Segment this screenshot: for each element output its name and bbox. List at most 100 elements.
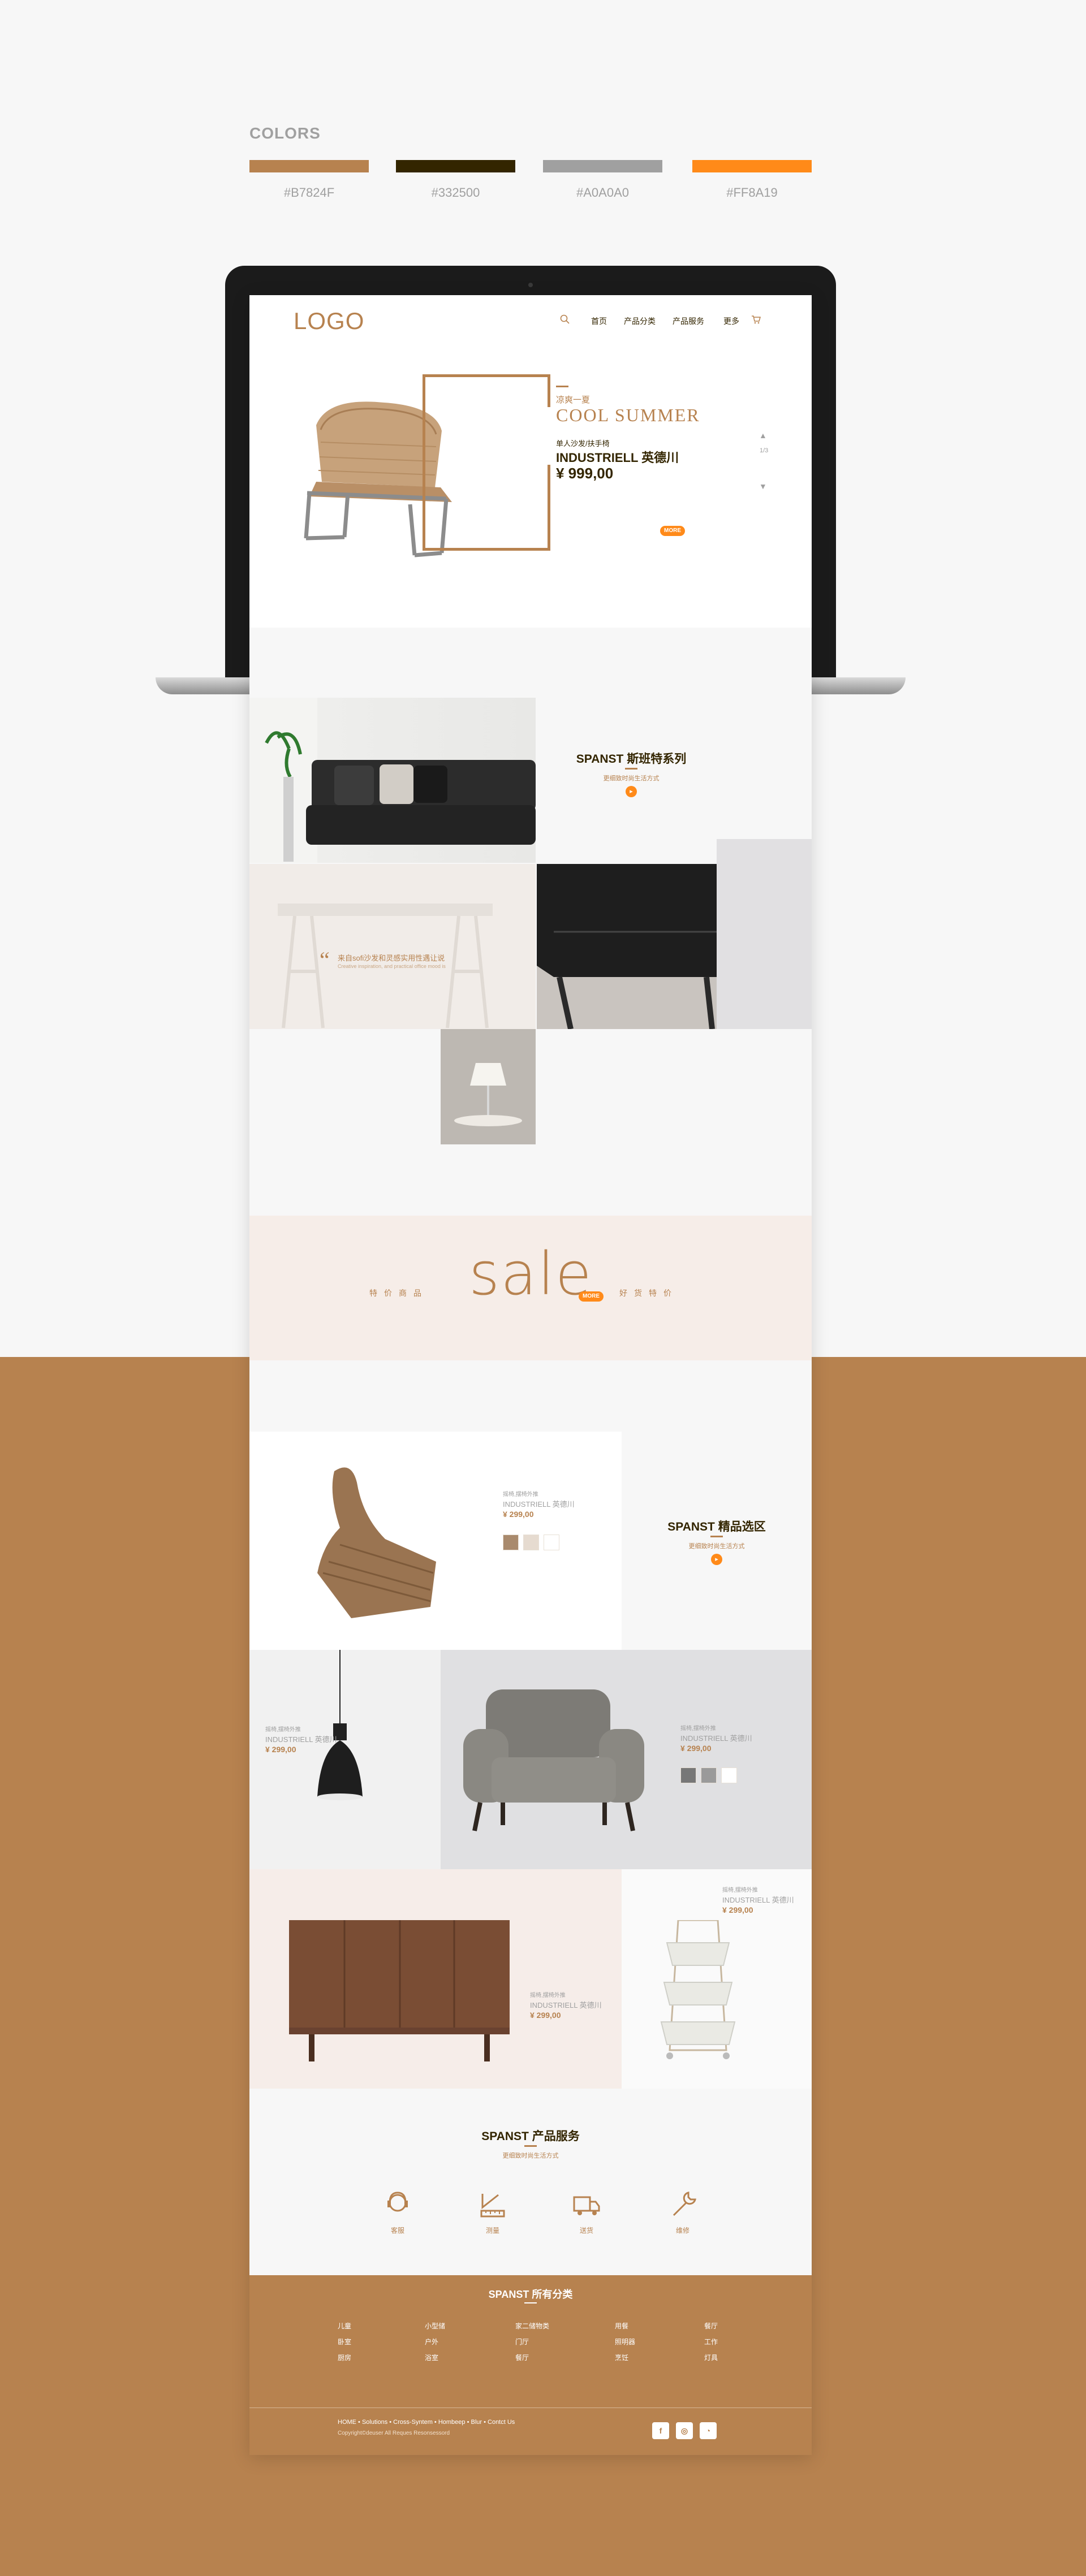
table-lamp-image <box>441 1029 536 1144</box>
product-thumbnail[interactable] <box>701 1767 717 1783</box>
desk-caption-en: Creative inspiration, and practical offi… <box>338 963 446 969</box>
product-price: ¥ 299,00 <box>503 1510 534 1519</box>
sale-more-button[interactable]: MORE <box>579 1291 604 1302</box>
footer-column: 儿童 卧室 厨房 <box>338 2318 351 2366</box>
footer-link[interactable]: 餐厅 <box>515 2350 549 2366</box>
featured-title: SPANST 精品选区 <box>667 1520 766 1533</box>
product-thumbnail[interactable] <box>523 1535 539 1550</box>
grey-decor-block <box>717 839 812 1029</box>
series-arrow-button[interactable]: ▸ <box>626 786 637 797</box>
swatch-orange <box>692 160 812 172</box>
slide-prev-icon[interactable]: ▲ <box>759 431 767 440</box>
footer-link[interactable]: 儿童 <box>338 2318 351 2334</box>
product-card[interactable] <box>249 1650 441 1869</box>
swatch-grey <box>543 160 662 172</box>
hero-frame-edge <box>548 465 550 551</box>
hero-more-button[interactable]: MORE <box>660 526 685 536</box>
product-thumbnail[interactable] <box>680 1767 696 1783</box>
swatch-label: #FF8A19 <box>726 185 778 200</box>
cart-icon[interactable] <box>751 314 762 325</box>
service-label: 送货 <box>579 2227 593 2234</box>
product-name[interactable]: INDUSTRIELL 英德川 <box>680 1732 752 1743</box>
product-card[interactable] <box>249 1432 622 1650</box>
service-label: 维修 <box>675 2227 689 2234</box>
measure-icon[interactable] <box>476 2188 510 2222</box>
wechat-icon[interactable]: ◔ <box>700 2422 717 2439</box>
footer-link[interactable]: 餐厅 <box>704 2318 718 2334</box>
footer-link[interactable]: 厨房 <box>338 2350 351 2366</box>
nav-categories[interactable]: 产品分类 <box>624 315 656 327</box>
product-thumbnail[interactable] <box>503 1535 519 1550</box>
footer-nav-links[interactable]: HOME • Solutions • Cross-Syntem • Hombee… <box>338 2419 515 2426</box>
services-subtitle: 更细致时尚生活方式 <box>502 2153 559 2159</box>
slide-next-icon[interactable]: ▼ <box>759 482 767 491</box>
sale-title: sale <box>469 1239 593 1308</box>
service-label: 测量 <box>485 2227 499 2234</box>
product-card[interactable] <box>249 1869 622 2089</box>
product-name[interactable]: INDUSTRIELL 英德川 <box>265 1734 337 1744</box>
product-thumbnail[interactable] <box>544 1535 559 1550</box>
product-price: ¥ 299,00 <box>722 1905 753 1914</box>
wrench-icon[interactable] <box>666 2188 700 2222</box>
hero-product-name: INDUSTRIELL 英德川 <box>556 451 679 465</box>
nav-services[interactable]: 产品服务 <box>673 315 704 327</box>
product-price: ¥ 299,00 <box>265 1745 296 1754</box>
footer-link[interactable]: 家二储物类 <box>515 2318 549 2334</box>
black-table-image <box>537 864 717 1030</box>
laptop-camera <box>528 283 533 287</box>
hero-title: COOL SUMMER <box>556 405 700 425</box>
product-card[interactable] <box>441 1650 812 1869</box>
quote-icon: “ <box>320 947 330 973</box>
footer-link[interactable]: 烹饪 <box>615 2350 635 2366</box>
footer-divider <box>524 2302 537 2303</box>
desk-image <box>249 864 536 1029</box>
nav-home[interactable]: 首页 <box>591 315 607 327</box>
footer-link[interactable]: 工作 <box>704 2334 718 2350</box>
desk-caption: 来自sofi沙发和灵感实用性遇让说 <box>338 954 445 962</box>
footer-link[interactable]: 照明器 <box>615 2334 635 2350</box>
series-subtitle: 更细致时尚生活方式 <box>603 775 660 782</box>
footer-link[interactable]: 小型储 <box>425 2318 445 2334</box>
footer-link[interactable]: 灯具 <box>704 2350 718 2366</box>
footer-link[interactable]: 户外 <box>425 2334 445 2350</box>
featured-arrow-button[interactable]: ▸ <box>711 1554 722 1565</box>
footer-link[interactable]: 门厅 <box>515 2334 549 2350</box>
instagram-icon[interactable]: ◎ <box>676 2422 693 2439</box>
search-icon[interactable] <box>559 314 571 325</box>
copyright: Copyright©deuser All Reques Resonsessord <box>338 2430 450 2436</box>
product-name[interactable]: INDUSTRIELL 英德川 <box>722 1894 794 1905</box>
featured-zone <box>622 1432 812 1650</box>
product-category: 摇椅,摆椅外推 <box>265 1727 301 1733</box>
sale-left-label: 特价商品 <box>369 1289 428 1298</box>
leather-sofa-image <box>249 698 536 863</box>
featured-subtitle: 更细致时尚生活方式 <box>688 1543 745 1550</box>
hero-frame <box>423 374 550 551</box>
swatch-label: #B7824F <box>283 185 335 200</box>
delivery-truck-icon[interactable] <box>570 2188 604 2222</box>
series-title: SPANST 斯班特系列 <box>576 753 687 766</box>
hero-subtitle: 凉爽一夏 <box>556 395 591 405</box>
product-price: ¥ 299,00 <box>680 1744 712 1753</box>
product-price: ¥ 299,00 <box>530 2011 561 2020</box>
customer-service-icon[interactable] <box>381 2188 415 2222</box>
footer-link[interactable]: 用餐 <box>615 2318 635 2334</box>
product-name[interactable]: INDUSTRIELL 英德川 <box>503 1498 575 1509</box>
nav-more[interactable]: 更多 <box>723 315 739 327</box>
sale-right-label: 好货特价 <box>619 1289 678 1298</box>
hero-frame-edge <box>548 374 550 407</box>
service-label: 客服 <box>390 2227 404 2234</box>
product-name[interactable]: INDUSTRIELL 英德川 <box>530 1999 602 2010</box>
swatch-label: #A0A0A0 <box>576 185 629 200</box>
product-category: 摇椅,摆椅外推 <box>680 1726 716 1732</box>
facebook-icon[interactable]: f <box>652 2422 669 2439</box>
logo[interactable]: LOGO <box>294 308 364 335</box>
footer-link[interactable]: 浴室 <box>425 2350 445 2366</box>
footer-link[interactable]: 卧室 <box>338 2334 351 2350</box>
footer-title: SPANST 所有分类 <box>488 2289 573 2300</box>
product-category: 摇椅,摆椅外推 <box>530 1992 566 1999</box>
series-divider <box>625 768 637 770</box>
hero-dash <box>556 386 568 387</box>
swatch-brown <box>249 160 369 172</box>
product-thumbnail[interactable] <box>721 1767 737 1783</box>
product-category: 摇椅,摆椅外推 <box>503 1492 538 1498</box>
